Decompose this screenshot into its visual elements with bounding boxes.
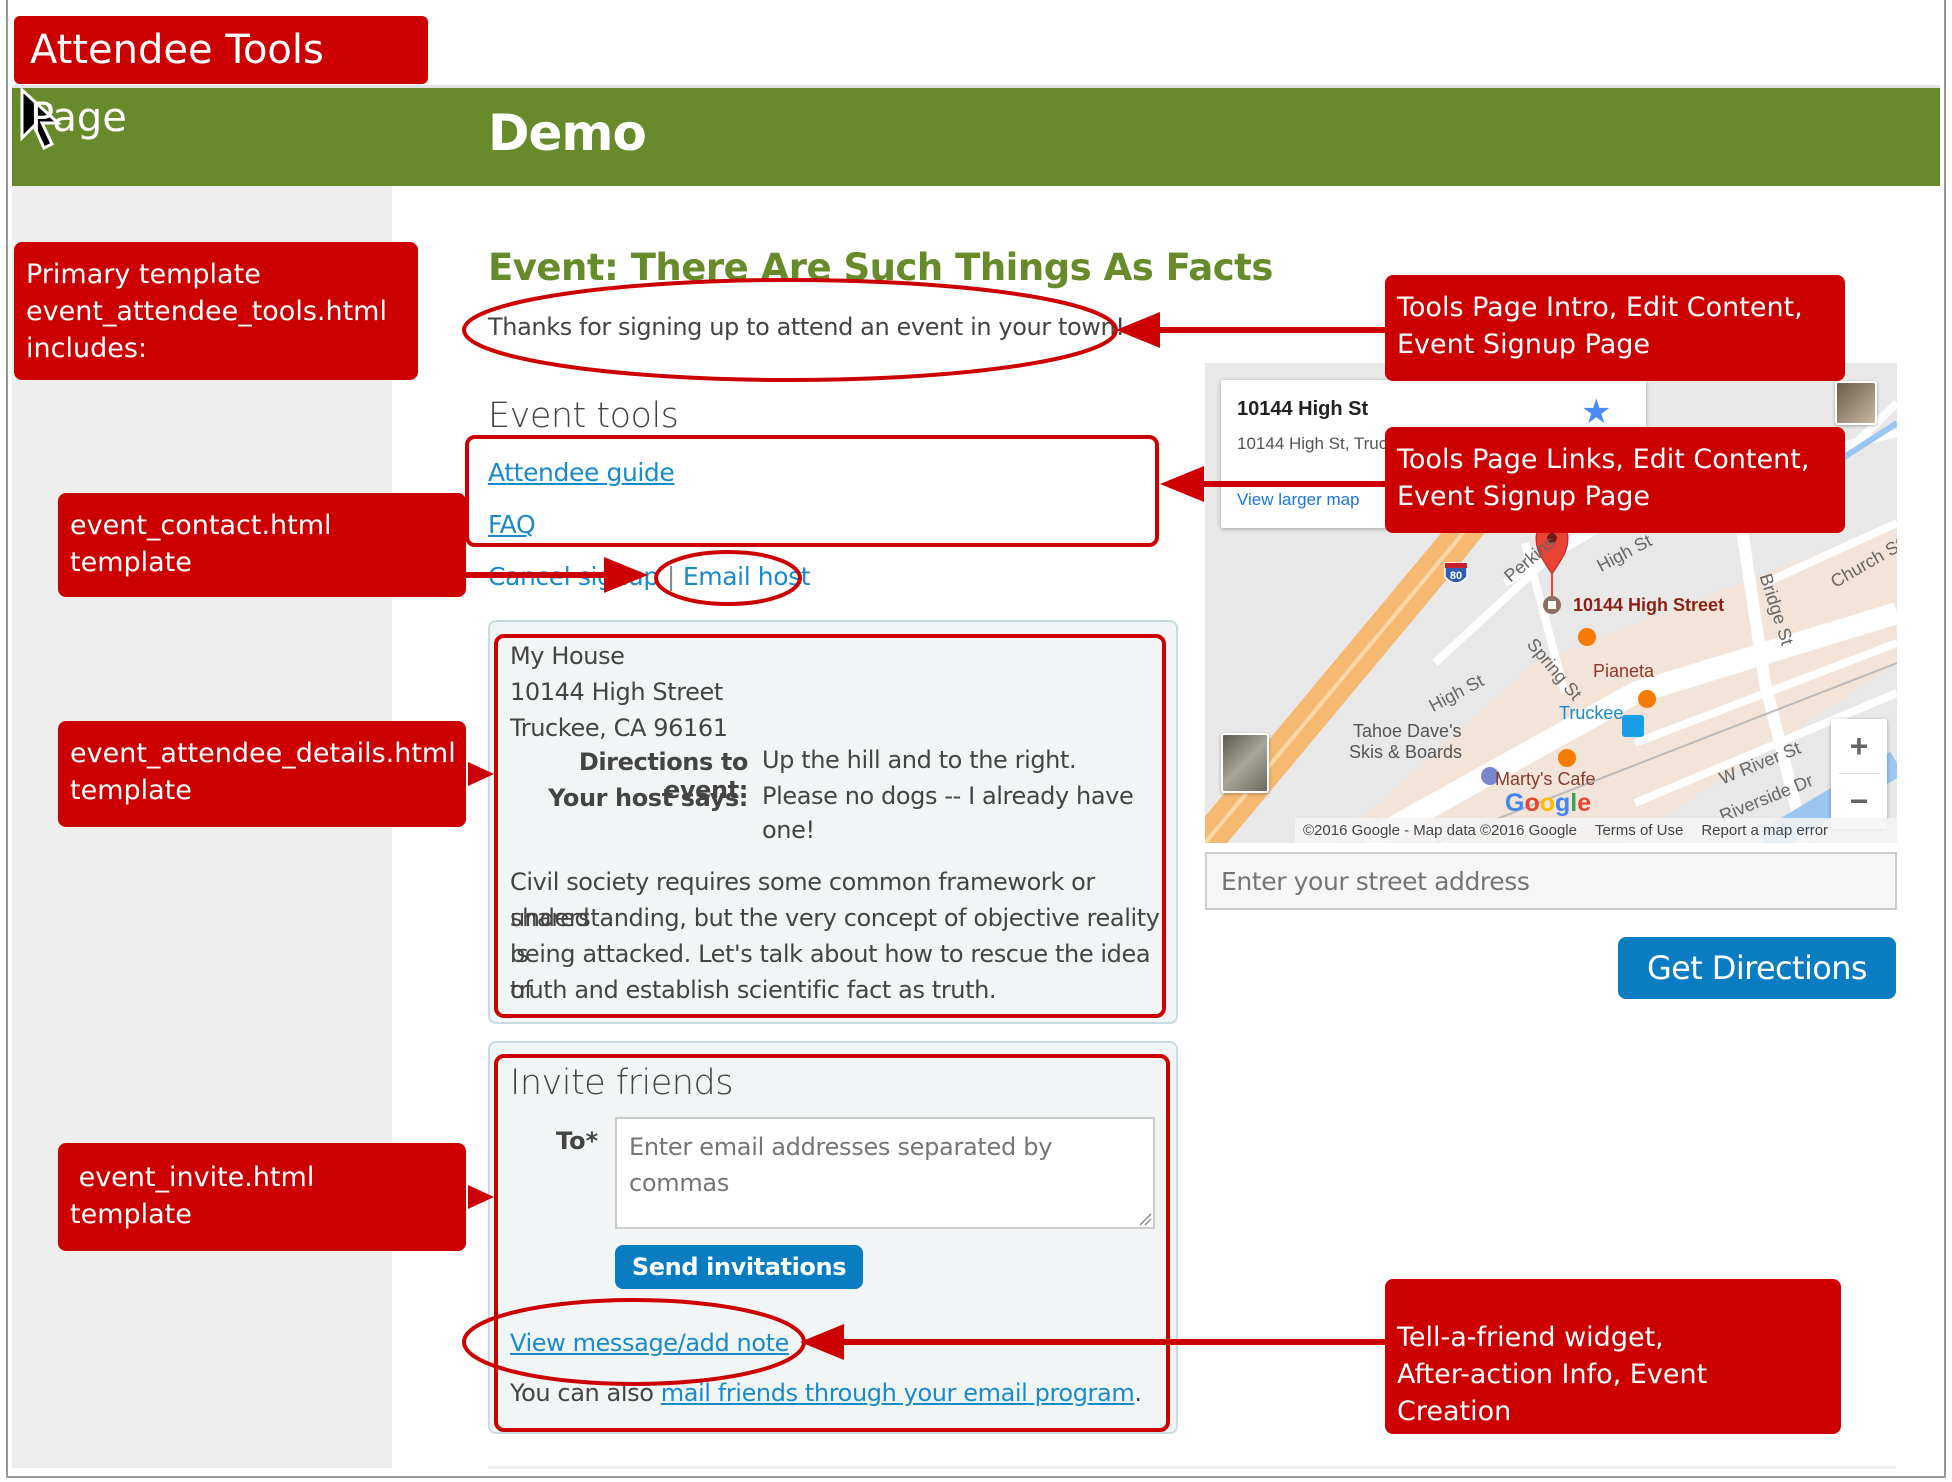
map-card-title: 10144 High St xyxy=(1237,398,1369,420)
tools-intro-text: Thanks for signing up to attend an event… xyxy=(488,313,1125,341)
host-says-label: Your host says: xyxy=(548,784,748,812)
place-label: Pianeta xyxy=(1593,661,1655,681)
zoom-in-button[interactable]: + xyxy=(1831,719,1887,773)
invite-friends-panel: Invite friends To* Send invitations View… xyxy=(488,1041,1178,1434)
contact-template-callout: event_contact.html template xyxy=(58,493,466,597)
view-message-link[interactable]: View message/add note xyxy=(510,1329,789,1357)
callout-line: Event Signup Page xyxy=(1397,481,1651,512)
callout-line: event_contact.html xyxy=(70,510,332,541)
event-details-panel: My House 10144 High Street Truckee, CA 9… xyxy=(488,620,1178,1024)
satellite-view-toggle[interactable] xyxy=(1221,733,1269,793)
callout-line: template xyxy=(70,1199,192,1230)
mail-friends-suffix: . xyxy=(1134,1379,1142,1407)
invite-heading: Invite friends xyxy=(510,1063,733,1103)
faq-link[interactable]: FAQ xyxy=(488,510,536,539)
contact-links-row: Cancel signup | Email host xyxy=(488,562,811,591)
page-label-callout: Attendee Tools Page xyxy=(14,16,428,141)
place-label: Truckee xyxy=(1559,703,1624,723)
site-title: Demo xyxy=(488,104,647,162)
email-host-link[interactable]: Email host xyxy=(683,562,811,591)
train-station-icon xyxy=(1622,715,1644,737)
callout-line: Tell-a-friend widget, xyxy=(1397,1322,1664,1353)
google-logo: Google xyxy=(1505,789,1592,817)
callout-line: event_attendee_details.html xyxy=(70,738,456,769)
map-terms-link[interactable]: Terms of Use xyxy=(1595,822,1683,839)
cafe-icon xyxy=(1558,749,1576,767)
place-label: Tahoe Dave's xyxy=(1353,721,1462,741)
place-label: Marty's Cafe xyxy=(1495,769,1596,789)
mail-friends-prefix: You can also xyxy=(510,1379,661,1407)
resize-handle-icon[interactable] xyxy=(1138,1212,1152,1226)
attendee-guide-link[interactable]: Attendee guide xyxy=(488,458,675,487)
venue-name: My House xyxy=(510,642,625,670)
host-says-value-line1: Please no dogs -- I already have xyxy=(762,782,1134,810)
tell-a-friend-callout: Tell-a-friend widget, After-action Info,… xyxy=(1385,1279,1841,1434)
callout-line: Tools Page Intro, Edit Content, xyxy=(1397,292,1803,323)
cancel-signup-link[interactable]: Cancel signup xyxy=(488,562,659,591)
tools-intro-callout: Tools Page Intro, Edit Content, Event Si… xyxy=(1385,275,1845,381)
tools-links-callout: Tools Page Links, Edit Content, Event Si… xyxy=(1385,427,1845,533)
map-copyright: ©2016 Google - Map data ©2016 Google xyxy=(1303,822,1577,839)
get-directions-button[interactable]: Get Directions xyxy=(1618,937,1896,999)
callout-line: event_attendee_tools.html xyxy=(26,296,387,327)
interstate-shield-icon: 80 xyxy=(1444,562,1468,584)
callout-line: Tools Page Links, Edit Content, xyxy=(1397,444,1810,475)
map-marker-label: 10144 High Street xyxy=(1573,595,1725,615)
place-label: Skis & Boards xyxy=(1349,742,1463,762)
mail-friends-link[interactable]: mail friends through your email program xyxy=(661,1379,1135,1407)
event-tools-heading: Event tools xyxy=(488,396,679,436)
event-description-line: truth and establish scientific fact as t… xyxy=(510,976,997,1004)
map-attribution-bar: ©2016 Google - Map data ©2016 Google Term… xyxy=(1295,818,1897,843)
directions-value: Up the hill and to the right. xyxy=(762,746,1077,774)
to-label: To* xyxy=(556,1127,599,1155)
content-bottom-rule xyxy=(488,1466,1896,1469)
invite-template-callout: event_invite.html template xyxy=(58,1143,466,1251)
venue-street: 10144 High Street xyxy=(510,678,723,706)
street-address-input[interactable] xyxy=(1205,852,1897,910)
primary-template-callout: Primary template event_attendee_tools.ht… xyxy=(14,242,418,380)
map-zoom-controls: + − xyxy=(1831,719,1887,829)
callout-line: includes: xyxy=(26,333,147,364)
send-invitations-button[interactable]: Send invitations xyxy=(615,1245,863,1289)
invite-emails-input[interactable] xyxy=(615,1117,1155,1229)
callout-line: After-action Info, Event Creation xyxy=(1397,1359,1708,1427)
map-report-error-link[interactable]: Report a map error xyxy=(1701,822,1828,839)
save-star-icon[interactable]: ★ xyxy=(1581,392,1611,432)
street-view-photo-thumbnail[interactable] xyxy=(1835,381,1877,425)
venue-city: Truckee, CA 96161 xyxy=(510,714,728,742)
restaurant-icon xyxy=(1638,690,1656,708)
view-larger-map-link[interactable]: View larger map xyxy=(1237,490,1360,510)
callout-line: event_invite.html xyxy=(70,1162,315,1193)
callout-line: template xyxy=(70,547,192,578)
site-header xyxy=(12,88,1940,186)
details-template-callout: event_attendee_details.html template xyxy=(58,721,466,827)
callout-line: Primary template xyxy=(26,259,261,290)
event-title: Event: There Are Such Things As Facts xyxy=(488,246,1273,289)
callout-line: template xyxy=(70,775,192,806)
host-says-value-line2: one! xyxy=(762,816,815,844)
location-dot-inner xyxy=(1548,601,1556,609)
cafe-icon xyxy=(1578,628,1596,646)
svg-text:80: 80 xyxy=(1450,570,1462,582)
link-separator: | xyxy=(666,562,675,591)
mail-friends-text: You can also mail friends through your e… xyxy=(510,1379,1142,1407)
callout-line: Event Signup Page xyxy=(1397,329,1651,360)
